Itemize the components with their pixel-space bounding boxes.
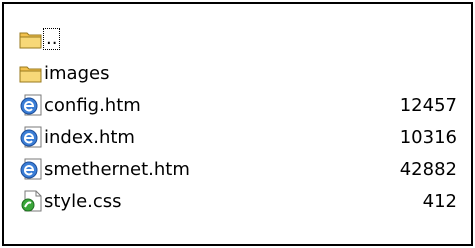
file-size: 12457 [399, 94, 457, 116]
list-item-style[interactable]: style.css 412 [19, 185, 459, 217]
file-size: 42882 [399, 158, 457, 180]
file-name: config.htm [44, 94, 141, 116]
file-name: .. [42, 28, 61, 50]
file-name: index.htm [44, 126, 135, 148]
html-document-icon [19, 157, 43, 181]
file-name: smethernet.htm [44, 158, 190, 180]
list-item-config[interactable]: config.htm 12457 [19, 89, 459, 121]
list-item-smethernet[interactable]: smethernet.htm 42882 [19, 153, 459, 185]
folder-icon [19, 61, 43, 85]
file-name: style.css [44, 190, 122, 212]
folder-icon [19, 27, 43, 51]
html-document-icon [19, 125, 43, 149]
html-document-icon [19, 93, 43, 117]
list-item-images[interactable]: images [19, 57, 459, 89]
file-list: .. images config.htm 12457 index.htm 103… [19, 21, 459, 217]
file-size: 412 [422, 190, 457, 212]
list-item-parent-dir[interactable]: .. [19, 21, 459, 57]
file-list-window: .. images config.htm 12457 index.htm 103… [2, 2, 473, 246]
css-file-icon [19, 189, 43, 213]
list-item-index[interactable]: index.htm 10316 [19, 121, 459, 153]
file-size: 10316 [399, 126, 457, 148]
file-name: images [44, 62, 110, 84]
